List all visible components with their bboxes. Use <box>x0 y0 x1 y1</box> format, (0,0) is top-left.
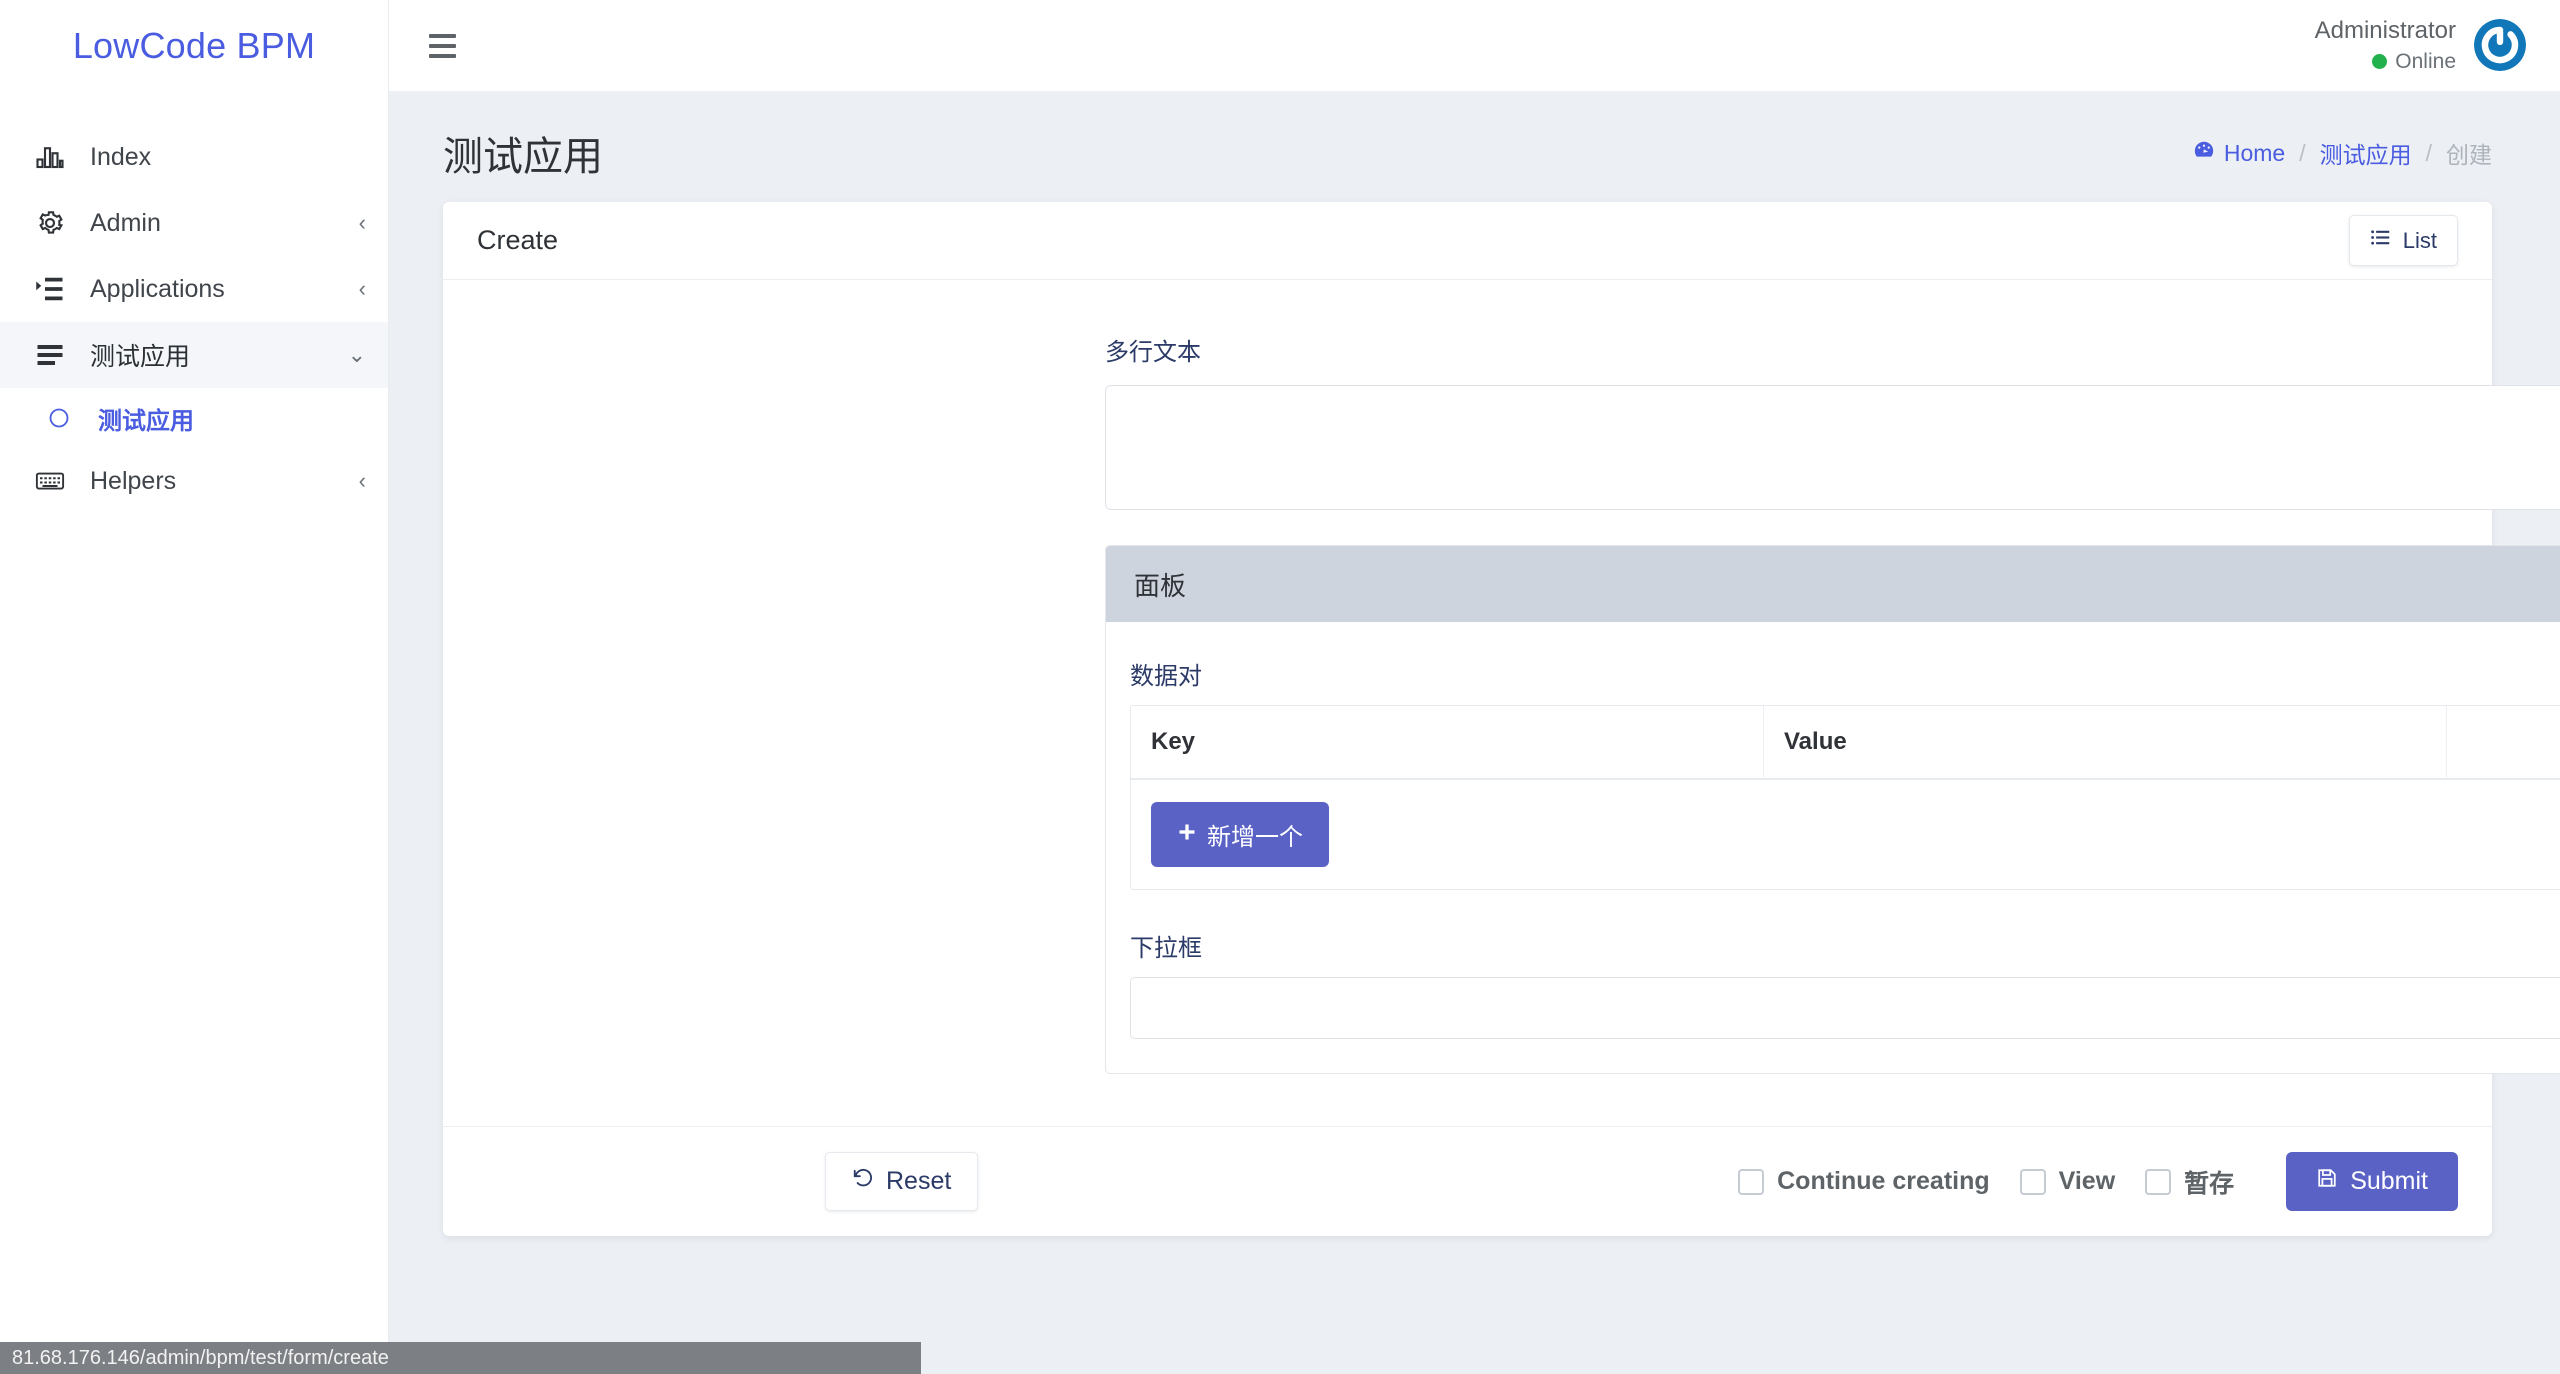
status-bar-url: 81.68.176.146/admin/bpm/test/form/create <box>12 1346 389 1369</box>
checkbox-view[interactable]: View <box>2019 1167 2116 1196</box>
panel-header: 面板 <box>1106 546 2560 622</box>
submit-button[interactable]: Submit <box>2286 1152 2458 1211</box>
circle-icon <box>42 406 76 430</box>
checkbox-temp-save[interactable]: 暂存 <box>2145 1164 2234 1200</box>
page-title: 测试应用 <box>443 135 603 179</box>
column-header-value: Value <box>1764 706 2447 778</box>
breadcrumb-app[interactable]: 测试应用 <box>2320 136 2412 170</box>
submit-button-label: Submit <box>2350 1167 2428 1195</box>
breadcrumb-home-label: Home <box>2223 139 2286 166</box>
user-status-label: Online <box>2395 49 2456 73</box>
checkbox-continue-creating[interactable]: Continue creating <box>1738 1167 1990 1196</box>
add-row-button-label: 新增一个 <box>1207 824 1303 851</box>
chevron-left-icon: ‹ <box>358 276 366 301</box>
sidebar-subitem-label: 测试应用 <box>98 407 194 435</box>
column-header-actions <box>2447 706 2560 778</box>
status-bar: 81.68.176.146/admin/bpm/test/form/create <box>0 1342 921 1374</box>
gear-icon <box>30 208 70 238</box>
main-region: Administrator Online 测试应用 Home / 测试应用 / … <box>389 0 2560 1374</box>
card-header: Create List <box>443 202 2492 280</box>
keyboard-icon <box>30 466 70 496</box>
sidebar-nav: Index Admin ‹ Applications ‹ 测试应用 ⌄ 测试应用… <box>0 124 388 514</box>
brand-name: LowCode BPM <box>72 25 316 66</box>
sidebar-item-helpers[interactable]: Helpers ‹ <box>0 448 388 514</box>
sidebar-item-applications[interactable]: Applications ‹ <box>0 256 388 322</box>
chevron-left-icon: ‹ <box>358 210 366 235</box>
add-row-button[interactable]: 新增一个 <box>1151 802 1329 867</box>
card-body: 多行文本 面板 数据对 Key Value 新增一个 下拉框 Reset Con… <box>443 280 2560 1236</box>
reset-button[interactable]: Reset <box>825 1152 979 1211</box>
plus-icon <box>1177 821 1197 849</box>
multiline-field-group: 多行文本 <box>1105 332 2560 510</box>
breadcrumb-separator: / <box>2425 139 2432 166</box>
sidebar-item-label: Admin <box>90 208 161 237</box>
rotate-left-icon <box>852 1167 874 1196</box>
bars-icon <box>30 340 70 370</box>
table-action-row: 新增一个 <box>1131 780 2560 889</box>
select-label: 下拉框 <box>1130 935 1202 962</box>
breadcrumb-home[interactable]: Home <box>2193 139 2285 167</box>
panel-body: 数据对 Key Value 新增一个 下拉框 <box>1106 622 2560 1073</box>
reset-button-label: Reset <box>886 1167 952 1195</box>
sidebar-item-label: 测试应用 <box>90 343 191 371</box>
sidebar-item-label: Helpers <box>90 466 177 495</box>
user-name: Administrator <box>2314 17 2456 45</box>
hamburger-icon[interactable] <box>423 28 462 64</box>
checkbox-label: Continue creating <box>1777 1167 1990 1195</box>
breadcrumb-separator: / <box>2299 139 2306 166</box>
sidebar-item-index[interactable]: Index <box>0 124 388 190</box>
checkbox-box[interactable] <box>2019 1168 2046 1195</box>
panel-title: 面板 <box>1134 570 1187 601</box>
chevron-left-icon: ‹ <box>358 468 366 493</box>
avatar[interactable] <box>2474 19 2526 72</box>
save-icon <box>2316 1167 2338 1196</box>
online-dot-icon <box>2372 54 2388 70</box>
data-pair-label: 数据对 <box>1130 663 1202 690</box>
checkbox-box[interactable] <box>2145 1168 2172 1195</box>
panel: 面板 数据对 Key Value 新增一个 下拉框 <box>1105 545 2560 1074</box>
checkbox-label: 暂存 <box>2184 1169 2235 1198</box>
multiline-label: 多行文本 <box>1105 339 1201 366</box>
power-logo-avatar-icon <box>2474 19 2526 72</box>
list-button-label: List <box>2402 227 2437 253</box>
brand-logo[interactable]: LowCode BPM <box>0 0 388 92</box>
multiline-textarea[interactable] <box>1105 385 2560 510</box>
card-footer: Reset Continue creating View 暂存 Submit <box>443 1126 2492 1236</box>
sidebar-item-test-app[interactable]: 测试应用 ⌄ <box>0 322 388 388</box>
sidebar-subitem-test-app[interactable]: 测试应用 <box>0 388 388 448</box>
sidebar-item-label: Index <box>90 142 152 171</box>
topbar: Administrator Online <box>389 0 2560 92</box>
list-icon <box>2370 227 2391 254</box>
user-area[interactable]: Administrator Online <box>2315 15 2526 76</box>
sidebar-item-admin[interactable]: Admin ‹ <box>0 190 388 256</box>
checkbox-box[interactable] <box>1738 1168 1765 1195</box>
chart-bar-icon <box>30 142 70 172</box>
chevron-down-icon: ⌄ <box>347 342 366 367</box>
table-header-row: Key Value <box>1131 706 2560 780</box>
footer-actions: Continue creating View 暂存 Submit <box>1738 1152 2458 1211</box>
create-card: Create List 多行文本 面板 数据对 Key Value 新增一个 下… <box>443 202 2560 1236</box>
breadcrumb-current: 创建 <box>2446 142 2492 168</box>
page-head: 测试应用 Home / 测试应用 / 创建 <box>389 92 2560 202</box>
sidebar-item-label: Applications <box>90 274 225 303</box>
checkbox-label: View <box>2058 1167 2116 1195</box>
sidebar: LowCode BPM Index Admin ‹ Applications ‹… <box>0 0 389 1374</box>
data-pair-table: Key Value 新增一个 <box>1130 705 2560 890</box>
list-indent-icon <box>30 274 70 304</box>
list-button[interactable]: List <box>2348 215 2458 266</box>
app-root: LowCode BPM Index Admin ‹ Applications ‹… <box>0 0 2560 1374</box>
dashboard-icon <box>2193 139 2215 167</box>
card-title: Create <box>477 225 559 255</box>
user-text: Administrator Online <box>2315 15 2456 76</box>
breadcrumb: Home / 测试应用 / 创建 <box>2193 136 2492 170</box>
column-header-key: Key <box>1131 706 1764 778</box>
select-dropdown[interactable] <box>1130 977 2560 1039</box>
status-badge: Online <box>2372 48 2456 76</box>
